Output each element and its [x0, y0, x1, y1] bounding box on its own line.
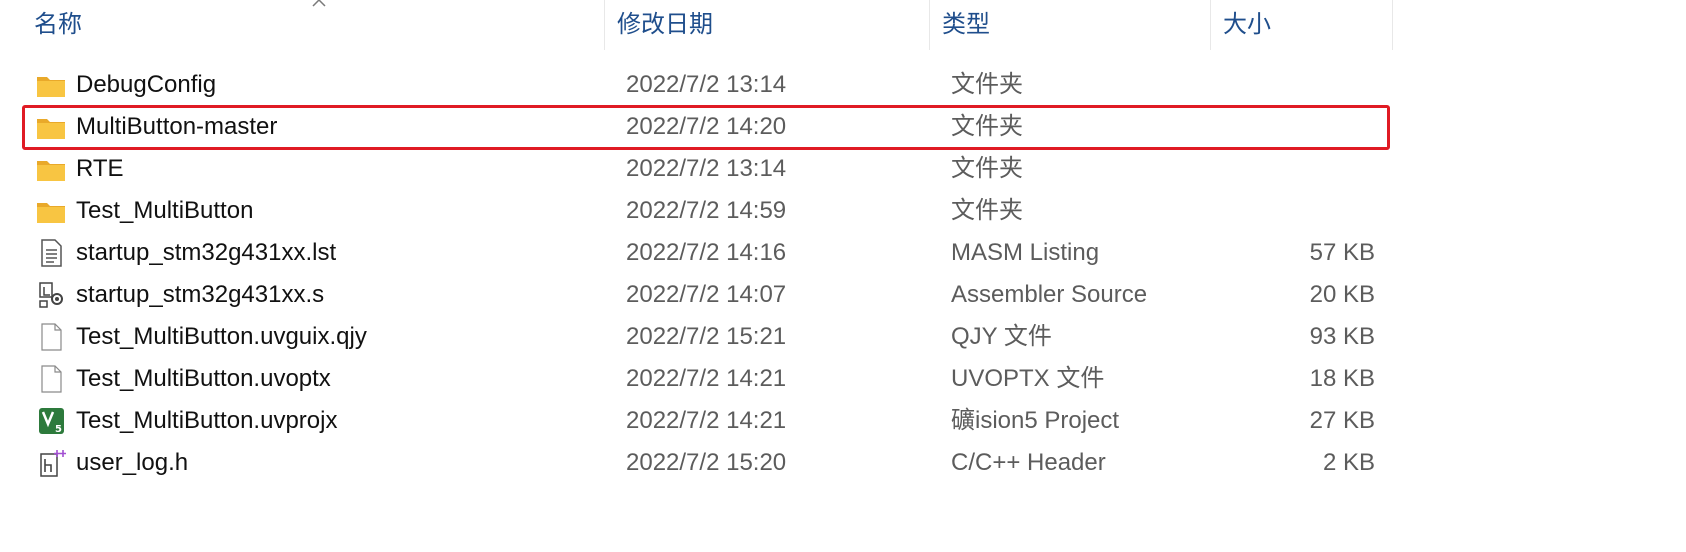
file-name: Test_MultiButton.uvoptx [76, 365, 331, 392]
file-name: startup_stm32g431xx.s [76, 281, 325, 308]
column-header: 名称 修改日期 类型 大小 [0, 0, 1686, 50]
text-file-icon [41, 239, 62, 267]
file-name: startup_stm32g431xx.lst [76, 239, 337, 266]
file-type: UVOPTX 文件 [951, 365, 1105, 392]
file-name: Test_MultiButton.uvprojx [76, 407, 338, 434]
assembler-file-icon [39, 282, 63, 308]
file-size: 27 KB [1309, 407, 1375, 434]
column-header-date[interactable]: 修改日期 [604, 0, 929, 50]
file-row[interactable]: 5 Test_MultiButton.uvprojx 2022/7/2 14:2… [0, 400, 1686, 442]
file-date: 2022/7/2 14:07 [626, 281, 787, 308]
file-name: DebugConfig [76, 71, 217, 98]
file-date: 2022/7/2 13:14 [626, 71, 787, 98]
header-file-icon [40, 450, 66, 477]
file-size: 57 KB [1309, 239, 1375, 266]
file-name: Test_MultiButton [76, 197, 254, 224]
file-type: C/C++ Header [951, 449, 1106, 476]
file-type: 文件夹 [951, 197, 1023, 224]
file-date: 2022/7/2 14:16 [626, 239, 787, 266]
blank-file-icon [41, 365, 62, 393]
file-type: Assembler Source [951, 281, 1148, 308]
file-type: 礦ision5 Project [951, 407, 1120, 434]
file-date: 2022/7/2 14:21 [626, 365, 787, 392]
file-type: 文件夹 [951, 71, 1023, 98]
sort-ascending-icon [312, 0, 326, 7]
file-row[interactable]: DebugConfig 2022/7/2 13:14 文件夹 [0, 64, 1686, 106]
file-row[interactable]: RTE 2022/7/2 13:14 文件夹 [0, 148, 1686, 190]
file-row[interactable]: startup_stm32g431xx.s 2022/7/2 14:07 Ass… [0, 274, 1686, 316]
folder-icon [37, 161, 65, 181]
file-type: MASM Listing [951, 239, 1100, 266]
file-date: 2022/7/2 15:21 [626, 323, 787, 350]
file-row[interactable]: startup_stm32g431xx.lst 2022/7/2 14:16 M… [0, 232, 1686, 274]
file-name: RTE [76, 155, 124, 182]
file-type: 文件夹 [951, 155, 1023, 182]
file-size: 18 KB [1309, 365, 1375, 392]
file-date: 2022/7/2 14:59 [626, 197, 787, 224]
file-size: 20 KB [1309, 281, 1375, 308]
file-row[interactable]: Test_MultiButton 2022/7/2 14:59 文件夹 [0, 190, 1686, 232]
file-type: QJY 文件 [951, 323, 1052, 350]
file-size: 2 KB [1322, 449, 1375, 476]
file-date: 2022/7/2 13:14 [626, 155, 787, 182]
file-row[interactable]: user_log.h 2022/7/2 15:20 C/C++ Header 2… [0, 442, 1686, 484]
file-date: 2022/7/2 15:20 [626, 449, 787, 476]
folder-icon [37, 77, 65, 97]
column-header-type[interactable]: 类型 [929, 0, 1210, 50]
file-row[interactable]: Test_MultiButton.uvoptx 2022/7/2 14:21 U… [0, 358, 1686, 400]
highlight-box [22, 105, 1390, 150]
folder-icon [37, 203, 65, 223]
column-header-size[interactable]: 大小 [1210, 0, 1393, 50]
blank-file-icon [41, 323, 62, 351]
file-row[interactable]: Test_MultiButton.uvguix.qjy 2022/7/2 15:… [0, 316, 1686, 358]
file-date: 2022/7/2 14:21 [626, 407, 787, 434]
file-name: Test_MultiButton.uvguix.qjy [76, 323, 367, 350]
keil-project-icon: 5 [39, 408, 64, 435]
file-size: 93 KB [1309, 323, 1375, 350]
svg-text:5: 5 [55, 424, 62, 435]
file-name: user_log.h [76, 449, 189, 476]
